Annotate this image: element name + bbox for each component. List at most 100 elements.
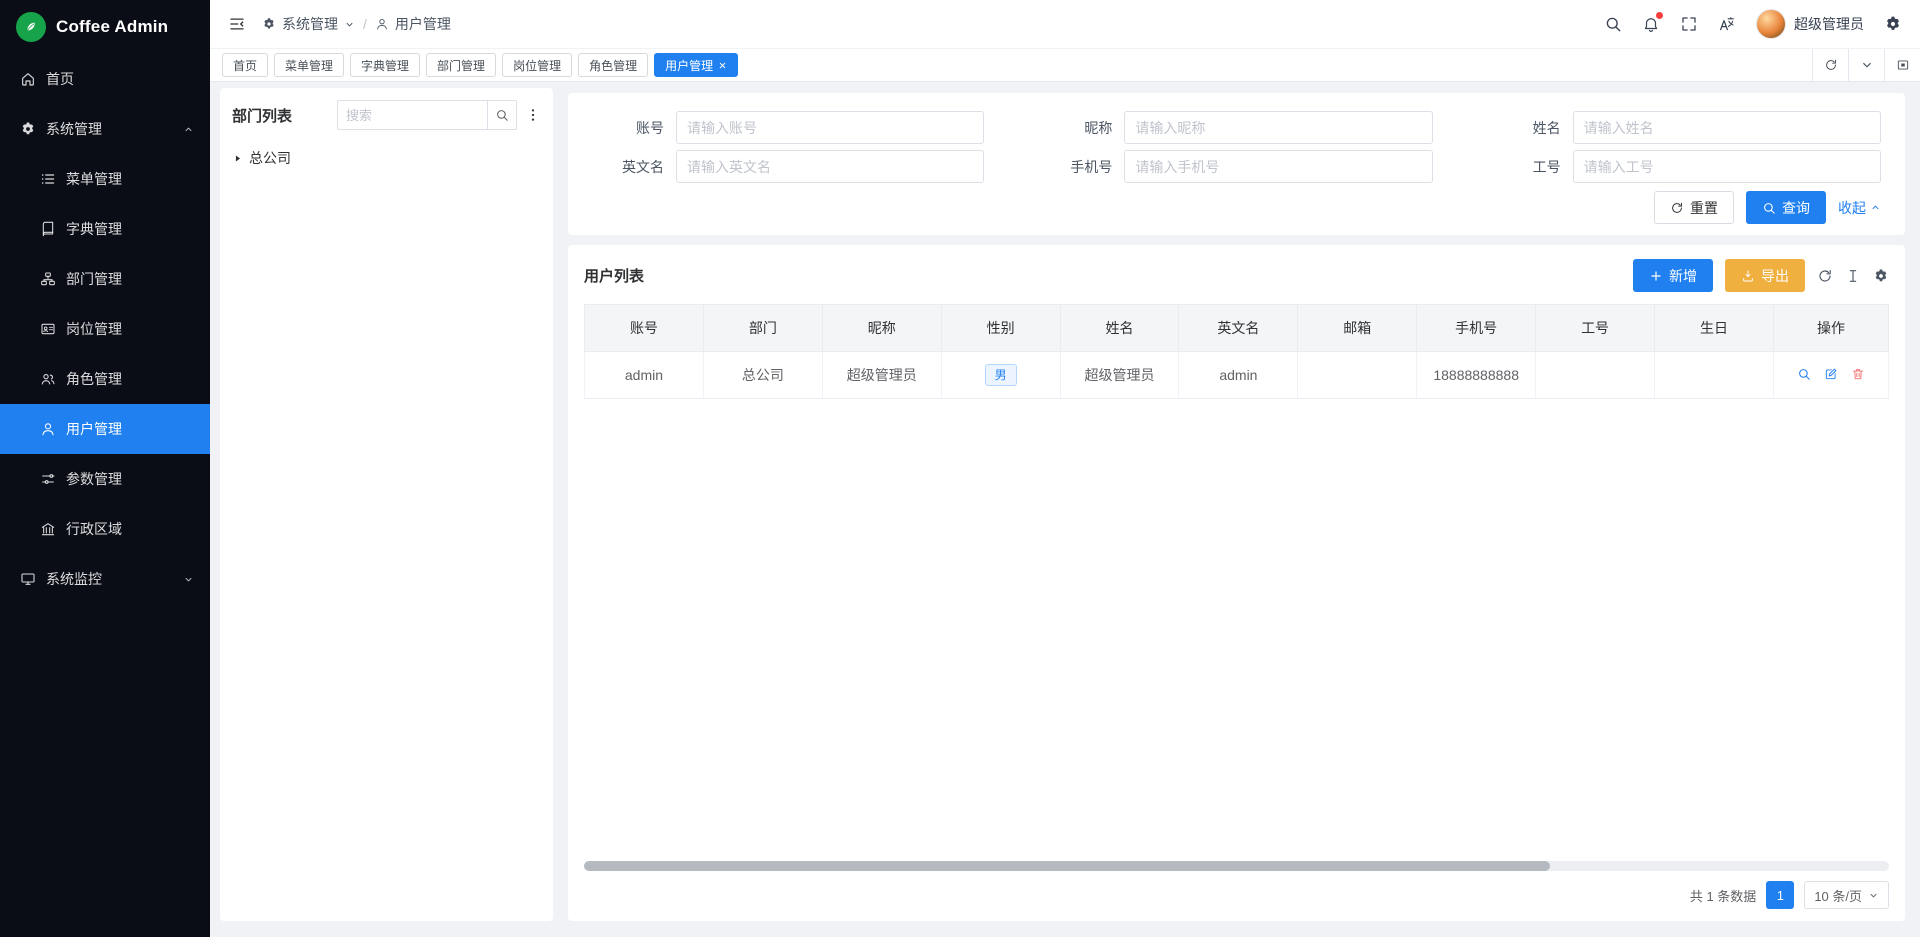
field-label: 姓名 xyxy=(1489,118,1561,138)
column-header-account: 账号 xyxy=(585,305,704,352)
column-settings-button[interactable] xyxy=(1873,268,1889,284)
query-button-label: 查询 xyxy=(1782,198,1810,218)
settings-gear-icon[interactable] xyxy=(1884,15,1902,33)
phone-input[interactable] xyxy=(1124,150,1432,183)
reset-button[interactable]: 重置 xyxy=(1654,191,1734,224)
search-icon xyxy=(495,108,509,122)
job-no-input[interactable] xyxy=(1573,150,1881,183)
fullscreen-icon[interactable] xyxy=(1680,15,1698,33)
tab-home[interactable]: 首页 xyxy=(222,53,268,77)
cell-en-name: admin xyxy=(1179,352,1298,399)
filter-actions: 重置 查询 收起 xyxy=(592,191,1881,224)
view-button[interactable] xyxy=(1797,367,1811,381)
row-height-icon xyxy=(1845,268,1861,284)
sidebar-item-label: 岗位管理 xyxy=(66,319,122,339)
table-card-header: 用户列表 新增 导出 xyxy=(584,259,1889,292)
delete-button[interactable] xyxy=(1851,367,1865,381)
sidebar-item-label: 菜单管理 xyxy=(66,169,122,189)
page-size-select[interactable]: 10 条/页 xyxy=(1804,881,1889,909)
refresh-icon xyxy=(1817,268,1833,284)
users-icon xyxy=(40,371,56,387)
tab-refresh-button[interactable] xyxy=(1812,49,1848,81)
collapse-link[interactable]: 收起 xyxy=(1838,198,1881,218)
cell-email xyxy=(1298,352,1417,399)
query-button[interactable]: 查询 xyxy=(1746,191,1826,224)
sidebar-item-user-management[interactable]: 用户管理 xyxy=(0,404,210,454)
department-search-input[interactable] xyxy=(337,100,487,130)
tab-label: 字典管理 xyxy=(361,57,409,74)
edit-icon xyxy=(1824,367,1838,381)
menu-fold-icon[interactable] xyxy=(228,15,246,33)
app-logo[interactable]: Coffee Admin xyxy=(0,0,210,54)
notification-bell[interactable] xyxy=(1642,15,1660,33)
page-size-value: 10 条/页 xyxy=(1814,886,1862,905)
tab-maximize-button[interactable] xyxy=(1884,49,1920,81)
notification-badge-dot xyxy=(1656,12,1663,19)
sidebar-item-system-monitor[interactable]: 系统监控 xyxy=(0,554,210,604)
tree-item-head-office[interactable]: 总公司 xyxy=(232,146,541,170)
sidebar-item-admin-region[interactable]: 行政区域 xyxy=(0,504,210,554)
table-refresh-button[interactable] xyxy=(1817,268,1833,284)
name-input[interactable] xyxy=(1573,111,1881,144)
horizontal-scrollbar[interactable] xyxy=(584,861,1889,871)
tab-post-management[interactable]: 岗位管理 xyxy=(502,53,572,77)
chevron-up-icon xyxy=(1870,202,1881,213)
filter-field-en-name: 英文名 xyxy=(592,150,984,183)
caret-right-icon xyxy=(232,153,243,164)
en-name-input[interactable] xyxy=(676,150,984,183)
maximize-icon xyxy=(1896,58,1910,72)
tab-dict-management[interactable]: 字典管理 xyxy=(350,53,420,77)
edit-button[interactable] xyxy=(1824,367,1838,381)
department-panel: 部门列表 总公司 xyxy=(220,88,553,921)
table-row: admin 总公司 超级管理员 男 超级管理员 admin 1888888888… xyxy=(585,352,1889,399)
search-icon xyxy=(1762,201,1776,215)
list-icon xyxy=(40,171,56,187)
pagination-page-1[interactable]: 1 xyxy=(1766,881,1794,909)
sidebar-item-label: 用户管理 xyxy=(66,419,122,439)
breadcrumb-user-management: 用户管理 xyxy=(375,14,451,34)
sidebar-item-system-management[interactable]: 系统管理 xyxy=(0,104,210,154)
field-label: 账号 xyxy=(592,118,664,138)
tab-label: 岗位管理 xyxy=(513,57,561,74)
close-icon[interactable] xyxy=(718,61,727,70)
tab-dept-management[interactable]: 部门管理 xyxy=(426,53,496,77)
sidebar-item-menu-management[interactable]: 菜单管理 xyxy=(0,154,210,204)
tab-bar-actions xyxy=(1812,49,1920,81)
breadcrumb: 系统管理 / 用户管理 xyxy=(262,14,451,34)
column-header-birthday: 生日 xyxy=(1655,305,1774,352)
export-button[interactable]: 导出 xyxy=(1725,259,1805,292)
tab-menu-management[interactable]: 菜单管理 xyxy=(274,53,344,77)
search-icon[interactable] xyxy=(1604,15,1622,33)
sidebar-item-label: 行政区域 xyxy=(66,519,122,539)
collapse-link-label: 收起 xyxy=(1838,198,1866,218)
row-height-button[interactable] xyxy=(1845,268,1861,284)
sidebar-item-home[interactable]: 首页 xyxy=(0,54,210,104)
tab-user-management[interactable]: 用户管理 xyxy=(654,53,738,77)
translate-icon[interactable] xyxy=(1718,15,1736,33)
sidebar-item-param-management[interactable]: 参数管理 xyxy=(0,454,210,504)
scrollbar-thumb[interactable] xyxy=(584,861,1550,871)
reset-button-label: 重置 xyxy=(1690,198,1718,218)
avatar xyxy=(1756,9,1786,39)
department-search-button[interactable] xyxy=(487,100,517,130)
sidebar-item-dict-management[interactable]: 字典管理 xyxy=(0,204,210,254)
user-table: 账号 部门 昵称 性别 姓名 英文名 邮箱 手机号 工号 生日 操作 admin… xyxy=(584,304,1889,399)
column-header-phone: 手机号 xyxy=(1417,305,1536,352)
tab-dropdown-button[interactable] xyxy=(1848,49,1884,81)
sidebar-item-role-management[interactable]: 角色管理 xyxy=(0,354,210,404)
tab-role-management[interactable]: 角色管理 xyxy=(578,53,648,77)
user-icon xyxy=(375,17,389,31)
add-user-button[interactable]: 新增 xyxy=(1633,259,1713,292)
filter-field-account: 账号 xyxy=(592,111,984,144)
download-icon xyxy=(1741,269,1755,283)
column-header-en-name: 英文名 xyxy=(1179,305,1298,352)
nickname-input[interactable] xyxy=(1124,111,1432,144)
sidebar-item-dept-management[interactable]: 部门管理 xyxy=(0,254,210,304)
user-menu[interactable]: 超级管理员 xyxy=(1756,9,1864,39)
breadcrumb-system-management[interactable]: 系统管理 xyxy=(262,14,355,34)
coffee-logo-icon xyxy=(16,12,46,42)
kebab-menu-icon[interactable] xyxy=(525,107,541,123)
sidebar-item-post-management[interactable]: 岗位管理 xyxy=(0,304,210,354)
column-header-email: 邮箱 xyxy=(1298,305,1417,352)
account-input[interactable] xyxy=(676,111,984,144)
